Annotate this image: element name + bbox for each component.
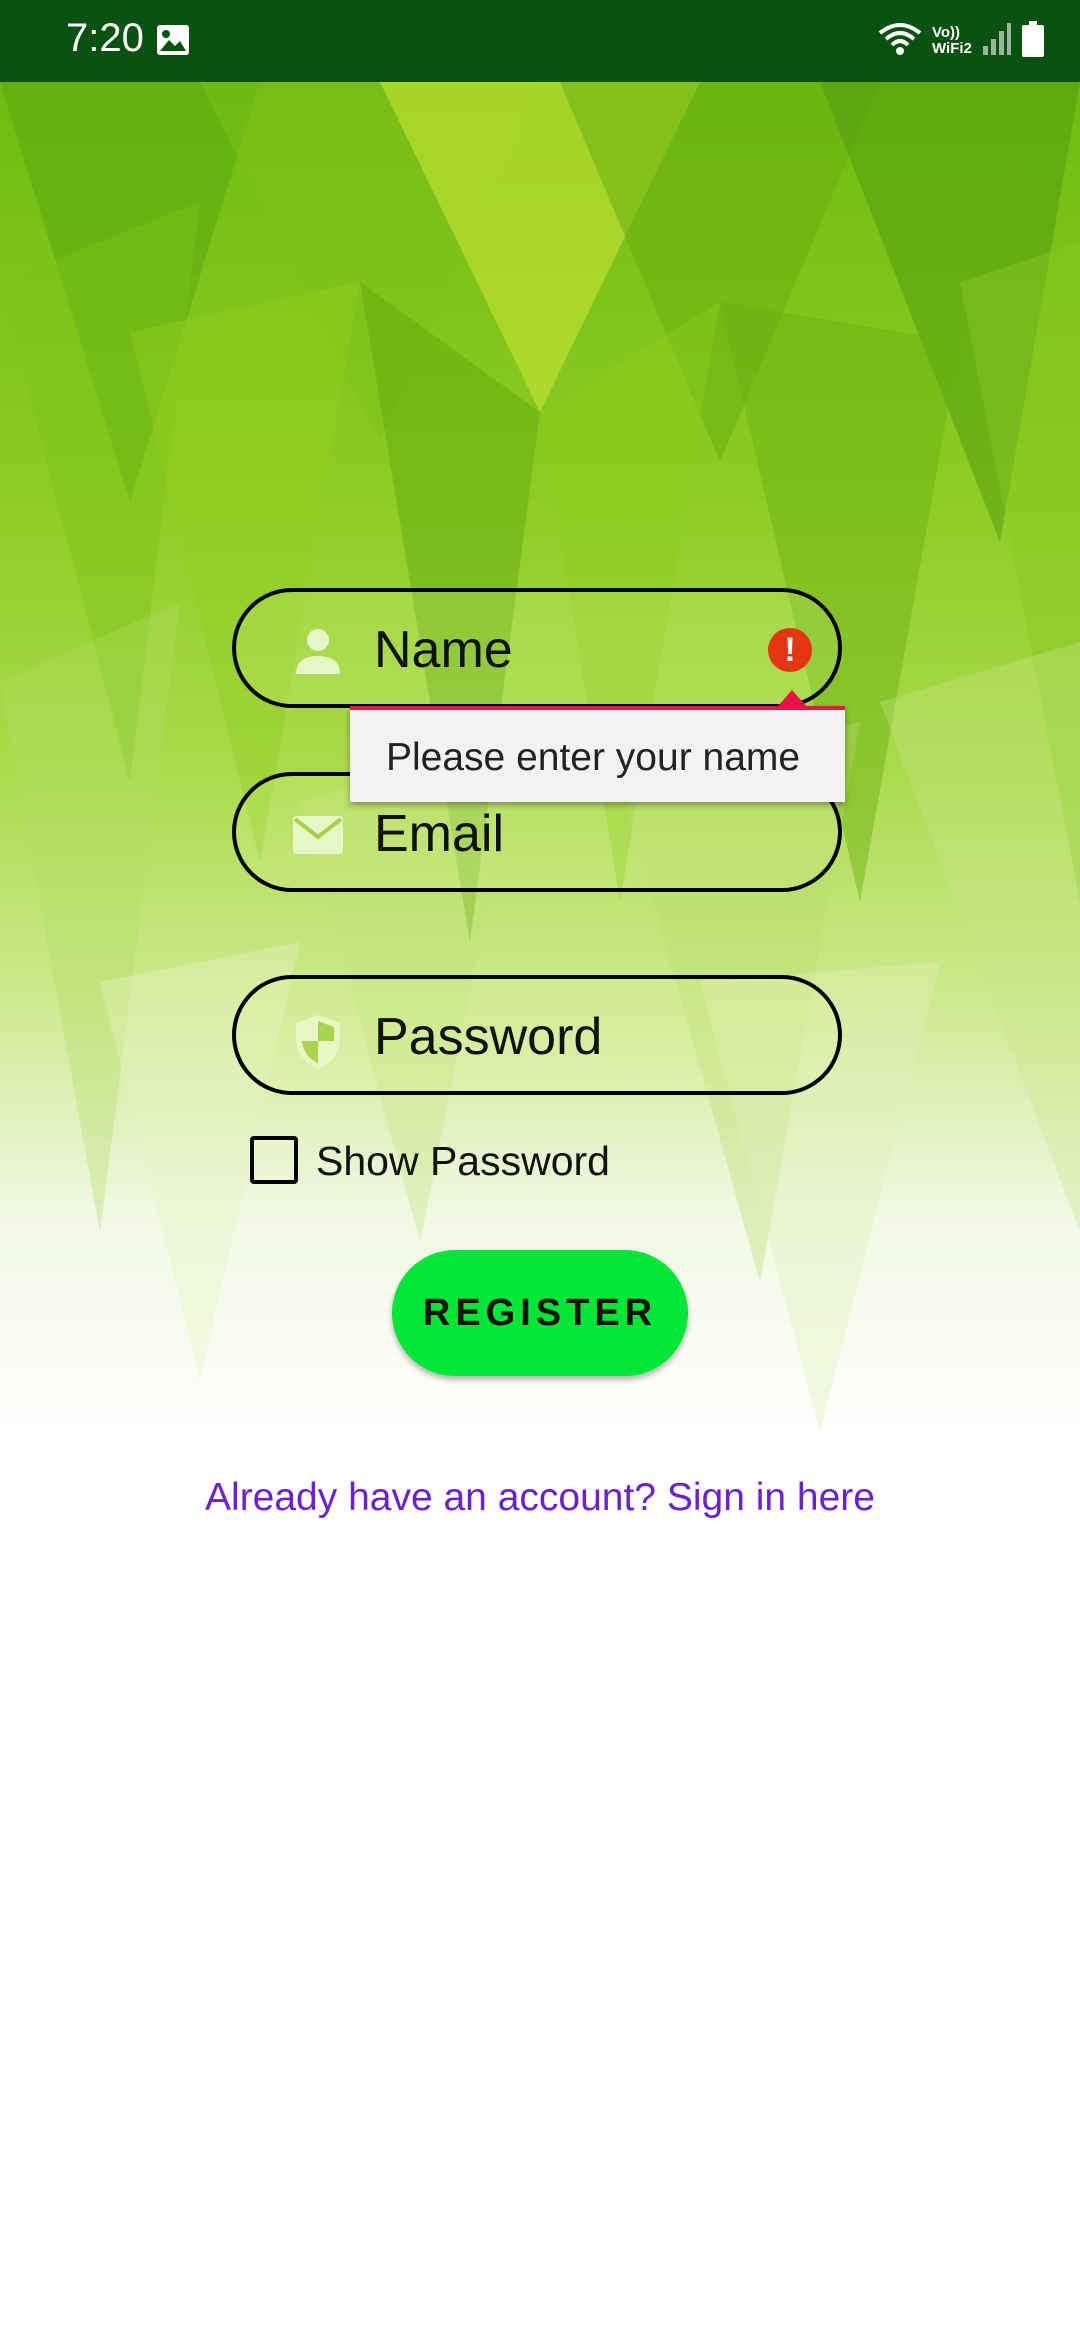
mail-icon [292,810,344,860]
status-bar: 7:20 Vo)) WiFi2 [0,0,1080,82]
tooltip-arrow [778,690,806,706]
show-password-checkbox[interactable] [250,1136,298,1184]
show-password-label[interactable]: Show Password [316,1138,610,1185]
status-icons: Vo)) WiFi2 [878,18,1044,64]
alert-icon: ! [768,628,812,672]
gallery-icon [156,24,190,56]
name-field[interactable]: Name ! [232,588,842,708]
name-placeholder: Name [374,621,513,679]
password-field[interactable]: Password [232,975,842,1095]
shield-icon [292,1013,344,1069]
battery-icon [1022,20,1044,62]
error-tooltip: Please enter your name [350,706,845,802]
person-icon [292,626,344,676]
background-image [0,82,1080,2340]
status-time: 7:20 [66,16,144,60]
network-label: Vo)) WiFi2 [932,24,972,57]
wifi-icon [878,21,922,62]
signin-link[interactable]: Already have an account? Sign in here [0,1476,1080,1520]
register-button[interactable]: REGISTER [392,1250,688,1376]
email-placeholder: Email [374,805,505,863]
signal-icon [982,22,1012,61]
password-placeholder: Password [374,1008,603,1066]
error-message: Please enter your name [386,736,801,779]
